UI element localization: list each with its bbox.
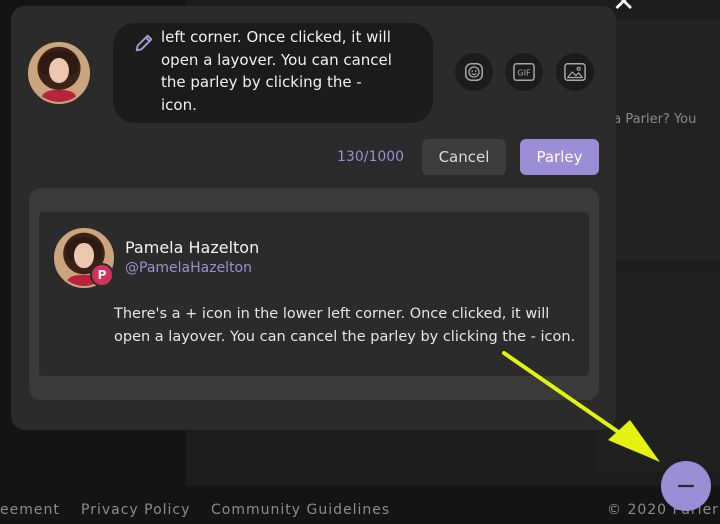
quoted-post-card <box>39 212 589 376</box>
close-icon[interactable]: ✕ <box>612 0 635 16</box>
emoji-button[interactable] <box>455 53 493 91</box>
footer-link-user-agreement[interactable]: eement <box>0 502 60 518</box>
quoted-post-text: There's a + icon in the lower left corne… <box>114 306 576 345</box>
emoji-icon <box>465 63 483 81</box>
character-counter: 130/1000 <box>337 149 405 165</box>
footer-link-privacy-policy[interactable]: Privacy Policy <box>81 502 190 518</box>
cancel-parley-button[interactable] <box>661 461 711 511</box>
image-icon <box>564 63 586 81</box>
footer: eement Privacy Policy Community Guidelin… <box>0 498 720 524</box>
gif-button[interactable]: GIF <box>505 53 543 91</box>
pencil-icon <box>135 34 153 52</box>
footer-link-community-guidelines[interactable]: Community Guidelines <box>211 502 390 518</box>
compose-input[interactable]: left corner. Once clicked, it will open … <box>113 23 433 123</box>
background-post-text: via Parler? You <box>602 112 697 127</box>
compose-text[interactable]: left corner. Once clicked, it will open … <box>161 26 401 116</box>
cancel-button[interactable]: Cancel <box>422 139 506 175</box>
avatar <box>28 42 90 104</box>
gif-label: GIF <box>517 68 531 78</box>
minus-icon <box>677 484 695 488</box>
parley-button[interactable]: Parley <box>520 139 599 175</box>
parler-badge-icon: P <box>90 263 114 287</box>
quoted-post-author-handle: @PamelaHazelton <box>125 260 252 276</box>
gif-icon: GIF <box>513 63 535 81</box>
quoted-post-author-name: Pamela Hazelton <box>125 238 260 257</box>
image-button[interactable] <box>556 53 594 91</box>
